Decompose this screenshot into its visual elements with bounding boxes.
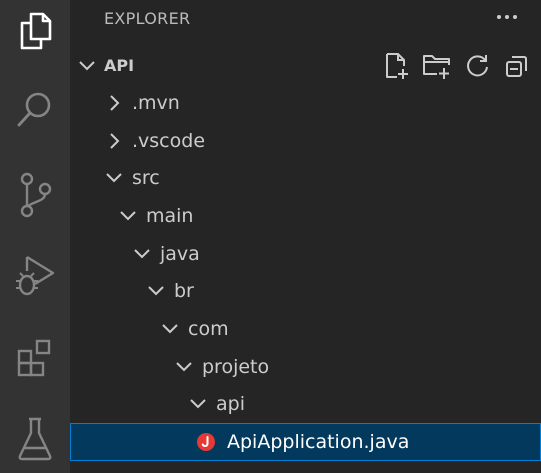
refresh-icon[interactable]: [462, 52, 492, 80]
tree-item-src[interactable]: src: [70, 159, 541, 197]
tree-item-label: src: [132, 167, 160, 190]
explorer-sidebar: EXPLORER API .mvn .vscode src main java …: [70, 0, 541, 473]
tree-item-main[interactable]: main: [70, 197, 541, 235]
tree-item-java[interactable]: java: [70, 235, 541, 273]
chevron-right-icon: [102, 129, 126, 153]
chevron-down-icon: [186, 392, 210, 416]
run-debug-icon[interactable]: [0, 244, 70, 306]
files-icon[interactable]: [0, 0, 70, 62]
chevron-down-icon: [158, 317, 182, 341]
section-toolbar: [382, 52, 532, 80]
explorer-title: EXPLORER: [104, 8, 191, 28]
chevron-down-icon: [78, 58, 96, 77]
tree-item-com[interactable]: com: [70, 310, 541, 348]
tree-item-label: projeto: [202, 355, 270, 378]
tree-item-br[interactable]: br: [70, 272, 541, 310]
workspace-title: API: [104, 56, 135, 75]
more-actions-icon[interactable]: [490, 0, 524, 34]
java-file-icon: [195, 431, 217, 453]
new-folder-icon[interactable]: [422, 52, 452, 80]
chevron-down-icon: [144, 279, 168, 303]
chevron-down-icon: [116, 204, 140, 228]
tree-item-label: main: [146, 204, 194, 227]
tree-item-api[interactable]: api: [70, 386, 541, 424]
tree-item-apiapplication-java[interactable]: ApiApplication.java: [70, 423, 541, 461]
tree-item-label: java: [160, 242, 200, 265]
tree-item-label: .mvn: [132, 91, 180, 114]
extensions-icon[interactable]: [0, 328, 70, 390]
tree-item-label: ApiApplication.java: [227, 431, 410, 454]
workspace-section-header[interactable]: API: [70, 48, 541, 84]
tree-item-label: br: [174, 280, 194, 303]
tree-item-label: com: [188, 317, 229, 340]
vscode-window: EXPLORER API .mvn .vscode src main java …: [0, 0, 541, 473]
search-icon[interactable]: [0, 78, 70, 140]
chevron-right-icon: [102, 91, 126, 115]
chevron-down-icon: [172, 355, 196, 379]
tree-item-label: .vscode: [132, 129, 206, 152]
tree-item-mvn[interactable]: .mvn: [70, 84, 541, 122]
tree-item-projeto[interactable]: projeto: [70, 348, 541, 386]
file-tree: .mvn .vscode src main java br com projet…: [70, 84, 541, 461]
new-file-icon[interactable]: [382, 52, 412, 80]
chevron-down-icon: [102, 166, 126, 190]
testing-icon[interactable]: [0, 408, 70, 470]
collapse-all-icon[interactable]: [502, 52, 532, 80]
activity-bar: [0, 0, 70, 473]
source-control-icon[interactable]: [0, 164, 70, 226]
tree-item-vscode[interactable]: .vscode: [70, 122, 541, 160]
tree-item-label: api: [216, 393, 245, 416]
chevron-down-icon: [130, 242, 154, 266]
